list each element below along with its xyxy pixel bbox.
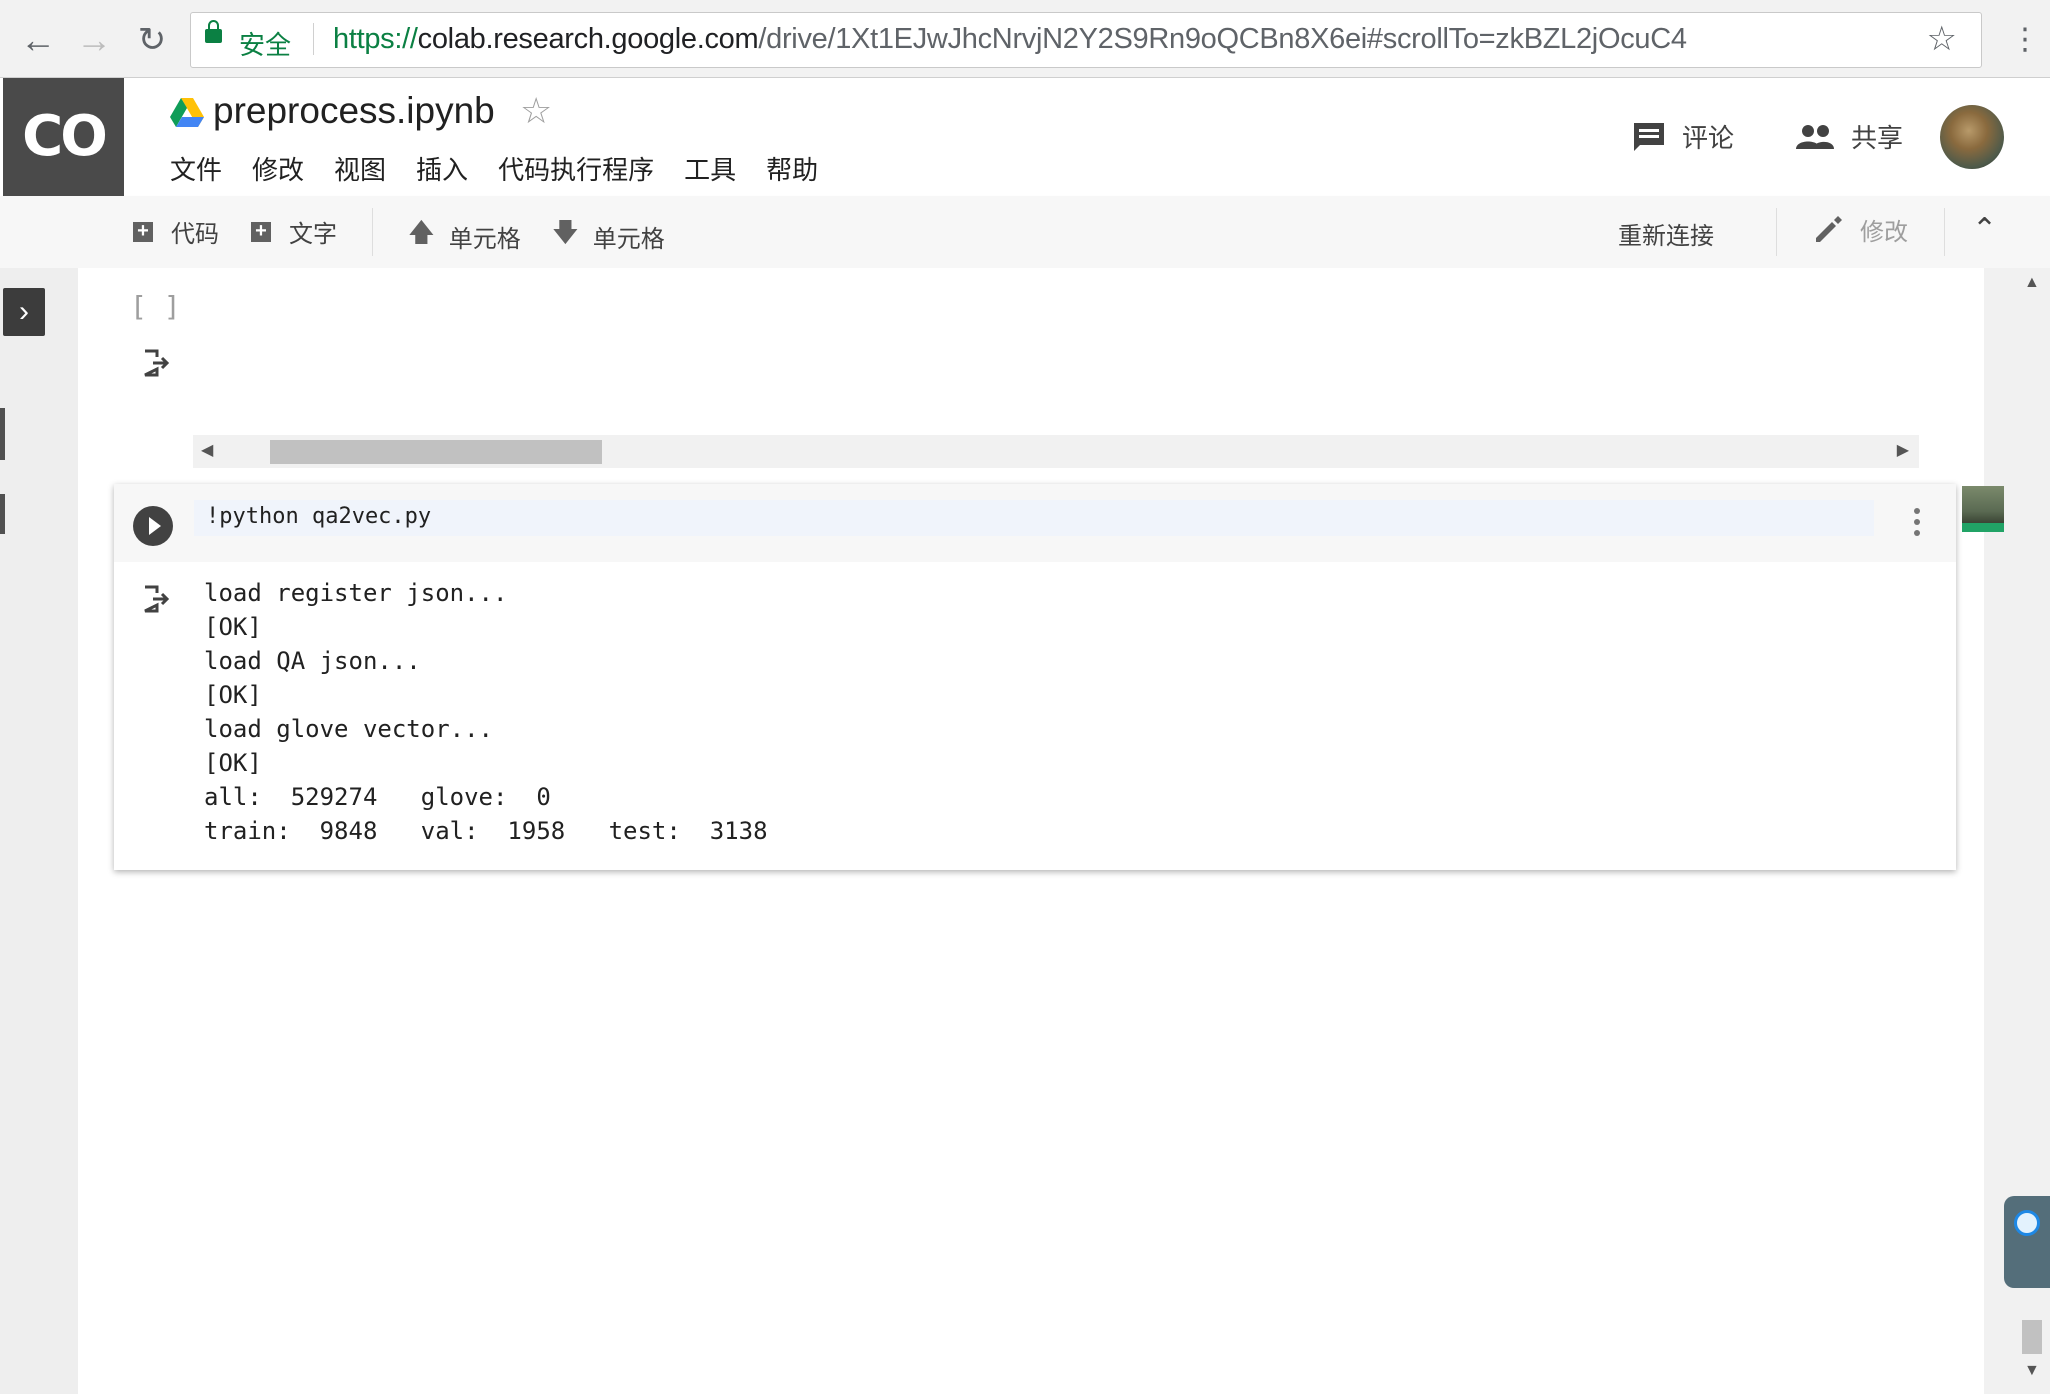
play-icon[interactable] (133, 506, 173, 546)
horizontal-scrollbar[interactable]: ◀ ▶ (193, 435, 1919, 468)
scroll-down-icon[interactable]: ▼ (2024, 1362, 2040, 1380)
bookmark-star-icon[interactable]: ☆ (1927, 19, 1957, 59)
edit-button[interactable]: 修改 (1812, 212, 1908, 247)
cell-user-avatar (1962, 486, 2004, 532)
toolbar-divider (372, 208, 373, 256)
secure-label: 安全 (239, 30, 292, 60)
menu-tools[interactable]: 工具 (684, 150, 736, 187)
url-text[interactable]: https://colab.research.google.com/drive/… (333, 23, 1687, 56)
scroll-up-icon[interactable]: ▲ (2024, 274, 2040, 292)
edit-label: 修改 (1860, 219, 1908, 246)
code-cell[interactable]: !python qa2vec.py load register json... … (114, 484, 1956, 870)
reconnect-button[interactable]: 重新连接 (1618, 216, 1714, 251)
people-icon (1796, 124, 1834, 149)
cell-execution-count: [ ] (130, 290, 181, 323)
add-text-button[interactable]: + 文字 (251, 214, 337, 249)
url-host: colab.research.google.com (417, 23, 759, 55)
toolbar-divider (1944, 208, 1945, 256)
sidebar-marker (0, 408, 5, 460)
menu-file[interactable]: 文件 (170, 150, 222, 187)
browser-menu-icon[interactable]: ⋮ (2010, 20, 2040, 60)
cell-output-text: load register json... [OK] load QA json.… (204, 579, 768, 845)
move-up-label: 单元格 (448, 225, 521, 253)
comment-label: 评论 (1682, 123, 1735, 153)
comment-icon (1634, 122, 1664, 151)
add-code-button[interactable]: + 代码 (133, 214, 219, 249)
code-text: !python qa2vec.py (206, 504, 432, 529)
drive-icon (170, 98, 204, 127)
add-code-label: 代码 (171, 221, 219, 248)
share-label: 共享 (1851, 123, 1904, 153)
forward-arrow-icon[interactable]: → (72, 18, 116, 62)
url-scheme: https:// (333, 23, 418, 55)
move-cell-up-button[interactable]: 🡅 单元格 (408, 214, 521, 258)
scroll-left-icon[interactable]: ◀ (201, 440, 213, 460)
menu-edit[interactable]: 修改 (252, 150, 304, 187)
code-cell-input: !python qa2vec.py (114, 484, 1956, 562)
colab-logo[interactable]: CO (3, 78, 124, 196)
share-button[interactable]: 共享 (1795, 118, 1903, 155)
cell-more-icon[interactable] (1914, 508, 1920, 541)
menu-runtime[interactable]: 代码执行程序 (498, 150, 654, 187)
address-divider (313, 23, 314, 55)
menu-insert[interactable]: 插入 (416, 150, 468, 187)
menu-bar: 文件 修改 视图 插入 代码执行程序 工具 帮助 (170, 150, 848, 187)
scroll-right-icon[interactable]: ▶ (1897, 440, 1909, 460)
notebook-title[interactable]: preprocess.ipynb (213, 90, 495, 132)
star-icon[interactable]: ☆ (520, 90, 552, 132)
sidebar-marker (0, 494, 5, 534)
reload-icon[interactable]: ↻ (130, 18, 174, 62)
scrollbar-thumb[interactable] (2022, 1320, 2042, 1354)
side-widget[interactable] (2004, 1196, 2050, 1288)
address-bar[interactable]: 安全 https://colab.research.google.com/dri… (190, 12, 1982, 68)
move-cell-down-button[interactable]: 🡇 单元格 (552, 214, 665, 258)
user-avatar[interactable] (1940, 105, 2004, 169)
arrow-down-icon: 🡇 (552, 217, 579, 247)
add-text-label: 文字 (289, 221, 337, 248)
move-down-label: 单元格 (592, 225, 665, 253)
left-sidebar (0, 268, 78, 1394)
output-icon (144, 585, 170, 613)
plus-icon: + (133, 221, 153, 242)
arrow-up-icon: 🡅 (408, 217, 435, 247)
comment-button[interactable]: 评论 (1632, 118, 1734, 155)
back-arrow-icon[interactable]: ← (16, 18, 60, 62)
browser-toolbar: ← → ↻ 安全 https://colab.research.google.c… (0, 0, 2050, 78)
menu-view[interactable]: 视图 (334, 150, 386, 187)
toolbar-divider (1776, 208, 1777, 256)
pencil-icon (1816, 215, 1842, 242)
menu-help[interactable]: 帮助 (766, 150, 818, 187)
lock-icon (205, 20, 222, 43)
url-path: /drive/1Xt1EJwJhcNrvjN2Y2S9Rn9oQCBn8X6ei… (758, 23, 1687, 55)
notebook-toolbar: + 代码 + 文字 🡅 单元格 🡇 单元格 重新连接 修改 ⌃ (0, 196, 2050, 269)
widget-icon (2014, 1210, 2040, 1236)
output-icon (144, 349, 170, 377)
chevron-right-icon[interactable]: › (3, 288, 45, 336)
code-editor[interactable]: !python qa2vec.py (194, 500, 1874, 536)
horizontal-scrollbar-thumb[interactable] (270, 440, 602, 464)
chevron-up-icon[interactable]: ⌃ (1972, 212, 1997, 247)
plus-icon: + (251, 221, 271, 242)
